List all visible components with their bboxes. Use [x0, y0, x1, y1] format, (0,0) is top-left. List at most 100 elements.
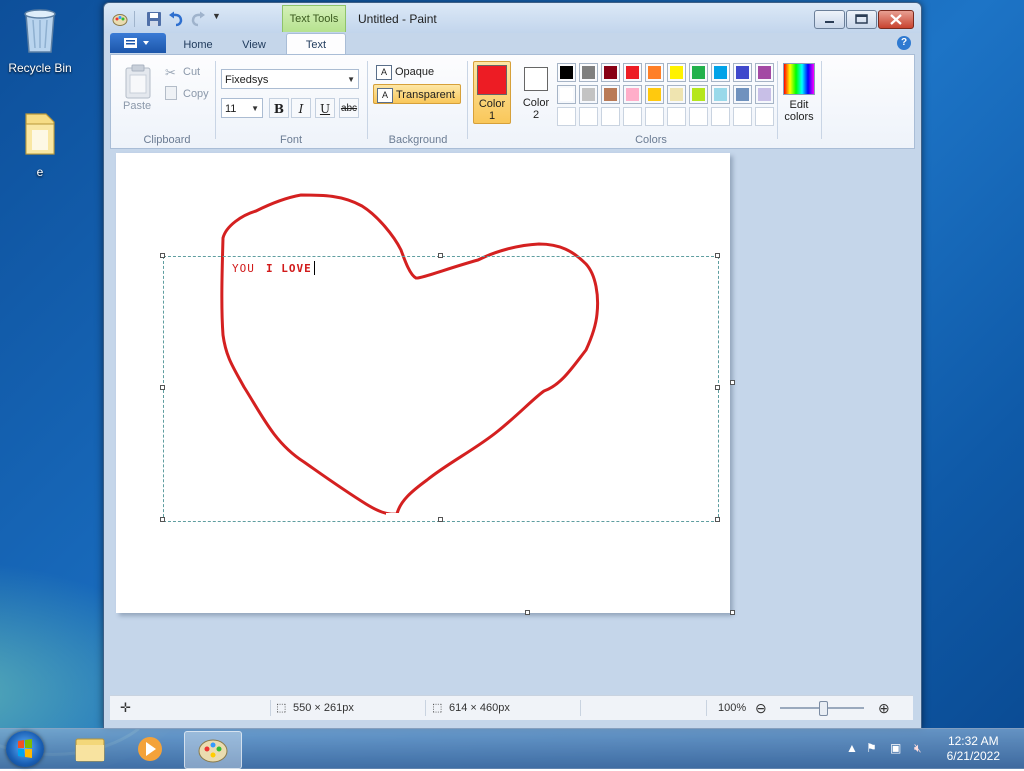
palette-swatch[interactable] — [667, 63, 686, 82]
palette-swatch[interactable] — [755, 85, 774, 104]
volume-muted-icon[interactable]: 🔇︎ — [914, 741, 922, 756]
textbox-handle[interactable] — [160, 517, 165, 522]
palette-swatch[interactable] — [579, 107, 598, 126]
paste-icon[interactable] — [123, 63, 153, 99]
taskbar-explorer[interactable] — [62, 731, 118, 767]
palette-swatch-color — [626, 66, 639, 79]
textbox-handle[interactable] — [715, 253, 720, 258]
redo-icon[interactable] — [190, 11, 206, 27]
status-bar: ✛ ⬚ 550 × 261px ⬚ 614 × 460px 100% ⊖ ⊕ — [110, 695, 913, 720]
palette-swatch[interactable] — [667, 85, 686, 104]
palette-swatch[interactable] — [711, 85, 730, 104]
chevron-down-icon: ▼ — [347, 75, 355, 84]
canvas-resize-handle-right[interactable] — [730, 380, 735, 385]
palette-swatch[interactable] — [645, 107, 664, 126]
palette-swatch[interactable] — [601, 85, 620, 104]
close-button[interactable] — [878, 10, 914, 29]
start-button[interactable] — [6, 731, 44, 767]
background-group-label: Background — [388, 134, 448, 146]
strikethrough-button[interactable]: abc — [339, 98, 359, 118]
zoom-slider[interactable] — [780, 701, 864, 716]
tab-view[interactable]: View — [226, 35, 282, 55]
show-hidden-icons[interactable]: ▲ — [846, 741, 858, 755]
palette-swatch-color — [670, 66, 683, 79]
tab-home[interactable]: Home — [170, 35, 226, 55]
customize-quick-access-icon[interactable]: ▼ — [212, 11, 221, 27]
palette-swatch-color — [582, 66, 595, 79]
palette-swatch[interactable] — [733, 107, 752, 126]
palette-swatch[interactable] — [557, 63, 576, 82]
palette-swatch[interactable] — [645, 63, 664, 82]
palette-swatch[interactable] — [623, 85, 642, 104]
canvas-workspace: YOU I LOVE — [110, 149, 913, 694]
palette-swatch[interactable] — [711, 107, 730, 126]
zoom-in-icon[interactable]: ⊕ — [878, 696, 890, 720]
media-player-icon — [138, 737, 162, 761]
paint-window: ▼ Text Tools Untitled - Paint Home View … — [103, 2, 922, 729]
action-center-icon[interactable]: ⚑ — [866, 741, 877, 755]
zoom-slider-thumb[interactable] — [818, 701, 828, 716]
palette-swatch[interactable] — [689, 63, 708, 82]
palette-swatch[interactable] — [733, 85, 752, 104]
undo-icon[interactable] — [168, 11, 184, 27]
palette-swatch[interactable] — [711, 63, 730, 82]
paste-button[interactable]: Paste — [123, 100, 151, 112]
network-icon[interactable]: ▣ — [890, 741, 901, 755]
bold-button[interactable]: B — [269, 98, 289, 118]
palette-swatch[interactable] — [755, 107, 774, 126]
selection-size-icon: ⬚ — [276, 702, 287, 714]
palette-swatch[interactable] — [689, 107, 708, 126]
palette-swatch[interactable] — [733, 63, 752, 82]
font-size-select[interactable]: 11 ▼ — [221, 98, 263, 118]
folder-e-icon[interactable]: e — [0, 110, 80, 179]
textbox-handle[interactable] — [160, 253, 165, 258]
color-1-number: 1 — [488, 110, 496, 122]
palette-swatch[interactable] — [557, 85, 576, 104]
save-icon[interactable] — [146, 11, 162, 27]
cut-button[interactable]: Cut — [183, 66, 200, 78]
palette-swatch[interactable] — [601, 107, 620, 126]
taskbar-paint[interactable] — [184, 731, 242, 769]
tab-text[interactable]: Text — [286, 33, 346, 55]
palette-swatch-color — [648, 88, 661, 101]
textbox-handle[interactable] — [438, 517, 443, 522]
copy-button[interactable]: Copy — [183, 88, 209, 100]
paint-menu-button[interactable] — [110, 33, 166, 53]
title-bar[interactable]: ▼ Text Tools Untitled - Paint — [104, 3, 921, 33]
zoom-out-icon[interactable]: ⊖ — [755, 696, 767, 720]
canvas-resize-handle-corner[interactable] — [730, 610, 735, 615]
textbox-handle[interactable] — [438, 253, 443, 258]
textbox-handle[interactable] — [715, 517, 720, 522]
opaque-option[interactable]: A Opaque — [373, 62, 459, 82]
palette-swatch[interactable] — [623, 63, 642, 82]
color-1-button[interactable]: Color 1 — [473, 61, 511, 124]
palette-swatch[interactable] — [601, 63, 620, 82]
palette-swatch[interactable] — [579, 85, 598, 104]
edit-colors-icon[interactable] — [783, 63, 815, 95]
paint-app-icon[interactable] — [112, 11, 128, 27]
transparent-option[interactable]: A Transparent — [373, 84, 461, 104]
italic-button[interactable]: I — [291, 98, 311, 118]
folder-e-label: e — [36, 165, 44, 179]
palette-swatch[interactable] — [579, 63, 598, 82]
textbox-handle[interactable] — [160, 385, 165, 390]
color-2-button[interactable]: Color 2 — [517, 61, 555, 124]
palette-swatch[interactable] — [645, 85, 664, 104]
palette-swatch[interactable] — [623, 107, 642, 126]
edit-colors-button[interactable]: Edit colors — [777, 99, 821, 123]
textbox-handle[interactable] — [715, 385, 720, 390]
maximize-button[interactable] — [846, 10, 877, 29]
font-family-select[interactable]: Fixedsys ▼ — [221, 69, 359, 89]
system-clock[interactable]: 12:32 AM 6/21/2022 — [947, 734, 1000, 764]
taskbar-media-player[interactable] — [122, 731, 178, 767]
canvas-resize-handle-bottom[interactable] — [525, 610, 530, 615]
text-input-box[interactable]: YOU I LOVE — [160, 253, 720, 522]
underline-button[interactable]: U — [315, 98, 335, 118]
minimize-button[interactable] — [814, 10, 845, 29]
palette-swatch[interactable] — [755, 63, 774, 82]
palette-swatch[interactable] — [689, 85, 708, 104]
help-icon[interactable]: ? — [897, 36, 911, 50]
recycle-bin-icon[interactable]: Recycle Bin — [0, 6, 80, 75]
palette-swatch[interactable] — [667, 107, 686, 126]
palette-swatch[interactable] — [557, 107, 576, 126]
